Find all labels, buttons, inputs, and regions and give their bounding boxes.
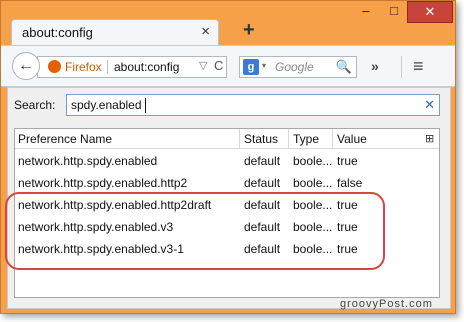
url-dropdown-icon[interactable]: ▽: [199, 59, 207, 72]
column-divider[interactable]: [288, 129, 289, 149]
maximize-button[interactable]: □: [381, 1, 407, 23]
search-engine-dropdown-icon[interactable]: ▾: [262, 61, 266, 70]
menu-icon[interactable]: ≡: [413, 56, 424, 76]
tab-title: about:config: [22, 25, 93, 40]
column-header-name[interactable]: Preference Name: [18, 132, 112, 146]
google-icon[interactable]: g: [243, 59, 259, 75]
column-header-type[interactable]: Type: [293, 132, 319, 146]
url-text[interactable]: about:config: [114, 60, 179, 74]
column-header-value[interactable]: Value: [337, 132, 367, 146]
text-caret: [145, 98, 146, 113]
title-bar: about:config × + – □ ✕: [1, 1, 455, 45]
annotation-highlight: [5, 192, 385, 270]
column-header-status[interactable]: Status: [244, 132, 278, 146]
column-picker-icon[interactable]: ⊞: [425, 132, 434, 145]
firefox-icon: [48, 60, 61, 73]
watermark: groovyPost.com: [340, 298, 433, 310]
tab-close-icon[interactable]: ×: [201, 23, 210, 40]
back-button[interactable]: ←: [12, 52, 40, 80]
identity-label: Firefox: [65, 60, 102, 74]
pref-name: network.http.spdy.enabled: [18, 154, 158, 168]
table-header: Preference Name Status Type Value ⊞: [15, 129, 439, 149]
toolbar-separator: [401, 56, 402, 78]
navigation-toolbar: Firefox about:config ▽ C ← g ▾ Google 🔍 …: [1, 45, 455, 87]
overflow-icon[interactable]: »: [371, 58, 379, 74]
minimize-button[interactable]: –: [353, 1, 379, 23]
search-placeholder: Google: [275, 60, 314, 74]
search-label: Search:: [14, 98, 56, 112]
pref-name: network.http.spdy.enabled.http2: [18, 176, 188, 190]
column-divider[interactable]: [239, 129, 240, 149]
tab-about-config[interactable]: about:config ×: [11, 19, 219, 45]
pref-value: true: [337, 154, 358, 168]
new-tab-icon[interactable]: +: [243, 19, 255, 41]
pref-status: default: [244, 154, 281, 168]
pref-status: default: [244, 176, 281, 190]
pref-value: false: [337, 176, 363, 190]
url-separator: [107, 60, 108, 74]
close-window-button[interactable]: ✕: [407, 1, 453, 23]
search-go-icon[interactable]: 🔍: [336, 59, 352, 75]
clear-filter-icon[interactable]: ✕: [424, 97, 435, 113]
reload-icon[interactable]: C: [214, 58, 223, 73]
column-divider[interactable]: [332, 129, 333, 149]
filter-value[interactable]: spdy.enabled: [71, 98, 142, 112]
table-row[interactable]: network.http.spdy.enabled default boole.…: [15, 151, 439, 173]
pref-type: boole...: [293, 154, 333, 168]
search-bar[interactable]: g ▾ Google 🔍: [239, 56, 357, 78]
url-bar[interactable]: Firefox about:config ▽ C: [37, 56, 227, 78]
pref-type: boole...: [293, 176, 333, 190]
filter-input[interactable]: spdy.enabled ✕: [66, 94, 440, 116]
